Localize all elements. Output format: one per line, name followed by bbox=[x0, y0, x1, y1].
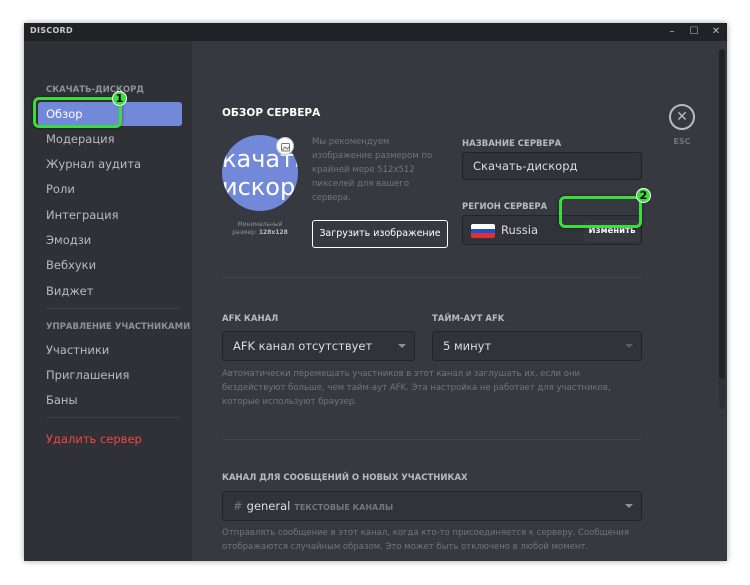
server-overview-panel: ОБЗОР СЕРВЕРА качать искорд Минимальный … bbox=[192, 41, 727, 561]
scrollbar-thumb[interactable] bbox=[719, 49, 725, 379]
server-name-input[interactable]: Скачать-дискорд bbox=[462, 152, 642, 180]
sidebar-members-header: УПРАВЛЕНИЕ УЧАСТНИКАМИ bbox=[46, 322, 191, 332]
sidebar-item-audit-log[interactable]: Журнал аудита bbox=[38, 152, 182, 176]
sidebar-server-header: СКАЧАТЬ-ДИСКОРД bbox=[46, 85, 144, 95]
close-icon[interactable]: ✕ bbox=[705, 23, 727, 41]
sidebar-item-moderation[interactable]: Модерация bbox=[38, 127, 182, 151]
sidebar-item-members[interactable]: Участники bbox=[38, 338, 182, 362]
russia-flag-icon bbox=[471, 224, 495, 238]
afk-channel-select[interactable]: AFK канал отсутствует bbox=[222, 331, 415, 361]
close-settings-button[interactable]: ✕ bbox=[669, 104, 695, 130]
upload-image-button[interactable]: Загрузить изображение bbox=[312, 220, 448, 248]
hash-icon: # bbox=[233, 499, 243, 513]
section-divider bbox=[222, 439, 642, 440]
image-upload-icon[interactable] bbox=[276, 137, 294, 155]
sidebar-item-webhooks[interactable]: Вебхуки bbox=[38, 253, 182, 277]
chevron-down-icon bbox=[398, 344, 406, 348]
server-region-label: РЕГИОН СЕРВЕРА bbox=[462, 202, 548, 212]
sidebar-divider bbox=[46, 417, 180, 418]
image-recommendation-text: Мы рекомендуем изображение размером по к… bbox=[312, 137, 433, 203]
min-size-hint: Минимальный размер: 128x128 bbox=[232, 221, 288, 236]
sidebar-item-overview[interactable]: Обзор bbox=[38, 102, 182, 126]
welcome-channel-name: general bbox=[246, 499, 291, 513]
sidebar-item-bans[interactable]: Баны bbox=[38, 388, 182, 412]
server-name-label: НАЗВАНИЕ СЕРВЕРА bbox=[462, 139, 562, 149]
change-region-button[interactable]: Изменить bbox=[584, 220, 640, 242]
region-value: Russia bbox=[501, 223, 538, 237]
title-bar: DISCORD – ☐ ✕ bbox=[24, 23, 727, 41]
sidebar-item-roles[interactable]: Роли bbox=[38, 177, 182, 201]
settings-sidebar: СКАЧАТЬ-ДИСКОРД Обзор Модерация Журнал а… bbox=[24, 41, 192, 561]
chevron-down-icon bbox=[625, 344, 633, 348]
afk-channel-value: AFK канал отсутствует bbox=[233, 339, 373, 353]
welcome-channel-label: КАНАЛ ДЛЯ СООБЩЕНИЙ О НОВЫХ УЧАСТНИКАХ bbox=[222, 473, 468, 483]
delete-server-button[interactable]: Удалить сервер bbox=[38, 427, 182, 451]
welcome-help-text: Отправлять сообщение в этот канал, когда… bbox=[222, 528, 630, 552]
minimize-icon[interactable]: – bbox=[661, 23, 683, 41]
afk-help-text: Автоматически перемещать участников в эт… bbox=[222, 369, 611, 407]
afk-timeout-select[interactable]: 5 минут bbox=[432, 331, 642, 361]
discord-window: DISCORD – ☐ ✕ СКАЧАТЬ-ДИСКОРД Обзор Моде… bbox=[24, 23, 727, 561]
sidebar-item-integrations[interactable]: Интеграция bbox=[38, 203, 182, 227]
app-title: DISCORD bbox=[30, 26, 73, 35]
welcome-channel-select[interactable]: # general ТЕКСТОВЫЕ КАНАЛЫ bbox=[222, 491, 642, 521]
sidebar-item-widget[interactable]: Виджет bbox=[38, 279, 182, 303]
maximize-icon[interactable]: ☐ bbox=[683, 23, 705, 41]
page-title: ОБЗОР СЕРВЕРА bbox=[222, 107, 321, 119]
sidebar-item-emoji[interactable]: Эмодзи bbox=[38, 228, 182, 252]
afk-channel-label: AFK КАНАЛ bbox=[222, 314, 279, 324]
section-divider bbox=[222, 277, 642, 278]
chevron-down-icon bbox=[625, 504, 633, 508]
afk-timeout-label: ТАЙМ-АУТ AFK bbox=[432, 314, 505, 324]
sidebar-item-invites[interactable]: Приглашения bbox=[38, 363, 182, 387]
welcome-channel-category: ТЕКСТОВЫЕ КАНАЛЫ bbox=[294, 503, 394, 512]
esc-label: ESC bbox=[673, 137, 691, 146]
close-icon: ✕ bbox=[676, 109, 688, 125]
afk-timeout-value: 5 минут bbox=[443, 339, 492, 353]
sidebar-divider bbox=[46, 308, 180, 309]
